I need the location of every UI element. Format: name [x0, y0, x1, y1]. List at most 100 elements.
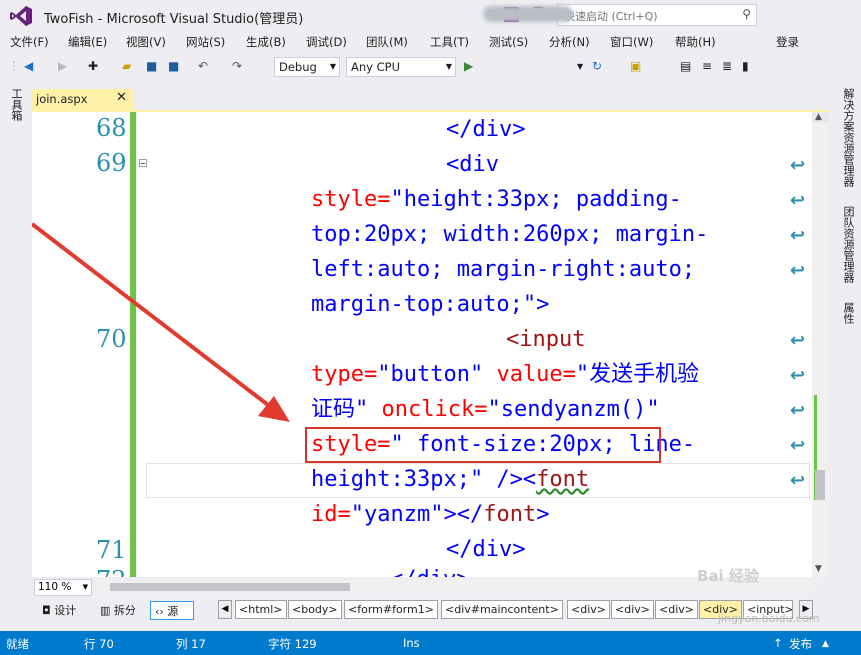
scroll-up-icon[interactable]: ▲: [815, 112, 822, 122]
quick-launch-input[interactable]: [562, 6, 736, 27]
design-icon: ◘: [42, 604, 55, 617]
word-wrap-icon: ↩: [790, 190, 806, 211]
document-icon[interactable]: ▤: [680, 59, 691, 73]
new-project-icon[interactable]: ✚: [88, 59, 98, 73]
code-line[interactable]: height:33px;" /><font: [311, 462, 589, 497]
redo-icon[interactable]: ↷: [232, 59, 242, 73]
word-wrap-icon: ↩: [790, 225, 806, 246]
code-token: ></: [443, 502, 484, 527]
platform-select[interactable]: Any CPU ▼: [346, 57, 456, 77]
word-wrap-icon: ↩: [790, 400, 806, 421]
menu-tools[interactable]: 工具(T): [430, 34, 469, 50]
code-token: top:20px; width:260px; margin-: [311, 222, 709, 247]
code-line[interactable]: type="button" value="发送手机验: [311, 357, 699, 392]
start-debug-icon[interactable]: ▶: [464, 59, 473, 73]
quick-launch-box[interactable]: ⚲: [557, 4, 757, 27]
menu-analyze[interactable]: 分析(N): [549, 34, 590, 50]
solution-config-select[interactable]: Debug ▼: [274, 57, 340, 77]
toolbox-tab[interactable]: 工具箱: [8, 88, 24, 121]
code-token: >: [536, 502, 550, 527]
zoom-select[interactable]: 110 % ▼: [34, 579, 92, 596]
breadcrumb-item[interactable]: <div#maincontent>: [441, 600, 563, 619]
source-view-button[interactable]: ‹› 源: [150, 601, 194, 620]
menu-file[interactable]: 文件(F): [10, 34, 49, 50]
code-token: <div: [446, 152, 499, 177]
forward-icon[interactable]: ▶: [58, 59, 67, 73]
breadcrumb-prev-icon[interactable]: ◀: [218, 600, 232, 619]
code-line[interactable]: 证码" onclick="sendyanzm()": [311, 392, 660, 427]
code-line[interactable]: <div: [446, 147, 499, 182]
menu-help[interactable]: 帮助(H): [675, 34, 716, 50]
menu-edit[interactable]: 编辑(E): [68, 34, 107, 50]
window-title: TwoFish - Microsoft Visual Studio(管理员): [44, 12, 304, 27]
open-folder-icon[interactable]: ▰: [122, 59, 131, 73]
search-icon[interactable]: ⚲: [742, 7, 751, 21]
line-number: 72: [96, 566, 127, 577]
breadcrumb-item[interactable]: <div>: [655, 600, 698, 619]
menu-team[interactable]: 团队(M): [366, 34, 408, 50]
left-tool-strip: [0, 81, 28, 631]
chevron-down-icon[interactable]: ▼: [577, 62, 583, 71]
menu-window[interactable]: 窗口(W): [610, 34, 653, 50]
design-view-button[interactable]: ◘ 设计: [38, 601, 80, 620]
uncomment-icon[interactable]: ≣: [722, 59, 732, 73]
sign-in-link[interactable]: 登录: [776, 34, 799, 50]
close-icon[interactable]: ✕: [116, 90, 127, 105]
code-token: font: [483, 502, 537, 527]
code-token: </div>: [390, 567, 469, 577]
word-wrap-icon: ↩: [790, 155, 806, 176]
code-line[interactable]: margin-top:auto;">: [311, 287, 549, 322]
breadcrumb-item[interactable]: <div>: [567, 600, 610, 619]
code-line[interactable]: style="height:33px; padding-: [311, 182, 682, 217]
breadcrumb-item[interactable]: <body>: [288, 600, 342, 619]
menu-test[interactable]: 测试(S): [489, 34, 528, 50]
menu-view[interactable]: 视图(V): [126, 34, 166, 50]
code-token: left:auto; margin-right:auto;: [311, 257, 696, 282]
solution-explorer-tab[interactable]: 解决方案资源管理器: [840, 88, 856, 187]
code-token: "height:33px; padding-: [390, 187, 682, 212]
split-view-button[interactable]: ▥ 拆分: [96, 601, 140, 620]
chevron-down-icon: ▼: [445, 62, 452, 71]
vertical-scroll-thumb[interactable]: [815, 470, 825, 500]
chevron-up-icon[interactable]: ▲: [822, 639, 829, 649]
watermark-url: jingyan.baidu.com: [718, 612, 820, 625]
menu-website[interactable]: 网站(S): [186, 34, 225, 50]
scroll-down-icon[interactable]: ▼: [815, 564, 822, 574]
breadcrumb-item[interactable]: <form#form1>: [344, 600, 438, 619]
breadcrumb-item[interactable]: <div>: [611, 600, 654, 619]
team-explorer-tab[interactable]: 团队资源管理器: [840, 206, 856, 283]
comment-icon[interactable]: ≡: [702, 59, 712, 73]
code-line[interactable]: left:auto; margin-right:auto;: [311, 252, 695, 287]
publish-icon[interactable]: ↑: [773, 636, 783, 650]
back-icon[interactable]: ◀: [24, 59, 33, 73]
code-line[interactable]: </div>: [446, 112, 525, 147]
breadcrumb-item[interactable]: <html>: [235, 600, 287, 619]
bookmark-icon[interactable]: ▮: [742, 59, 749, 73]
menu-debug[interactable]: 调试(D): [306, 34, 347, 50]
chevron-down-icon: ▼: [82, 583, 88, 591]
code-token: onclick=: [368, 397, 488, 422]
word-wrap-icon: ↩: [790, 365, 806, 386]
save-icon[interactable]: ■: [146, 59, 157, 73]
refresh-icon[interactable]: ↻: [592, 59, 602, 73]
code-line[interactable]: top:20px; width:260px; margin-: [311, 217, 708, 252]
split-icon: ▥: [100, 604, 114, 617]
visual-studio-logo-icon: [10, 6, 32, 26]
menu-build[interactable]: 生成(B): [246, 34, 286, 50]
horizontal-scroll-thumb[interactable]: [110, 583, 350, 591]
code-line[interactable]: <input: [506, 322, 585, 357]
save-all-icon[interactable]: ■: [168, 59, 179, 73]
source-icon: ‹›: [155, 605, 168, 618]
publish-button[interactable]: 发布: [789, 636, 812, 652]
undo-icon[interactable]: ↶: [198, 59, 208, 73]
code-line[interactable]: </div>: [390, 562, 469, 577]
code-line[interactable]: id="yanzm"></font>: [311, 497, 549, 532]
line-number: 71: [96, 536, 127, 564]
blurred-browser-name: [483, 6, 573, 22]
properties-tab[interactable]: 属性: [840, 302, 856, 324]
toolbar-grip-icon: ⋮: [8, 59, 20, 73]
code-token: <input: [506, 327, 586, 352]
browser-link-icon[interactable]: ▣: [630, 59, 641, 73]
vertical-scrollbar[interactable]: [812, 112, 829, 577]
status-insert-mode: Ins: [403, 636, 420, 650]
